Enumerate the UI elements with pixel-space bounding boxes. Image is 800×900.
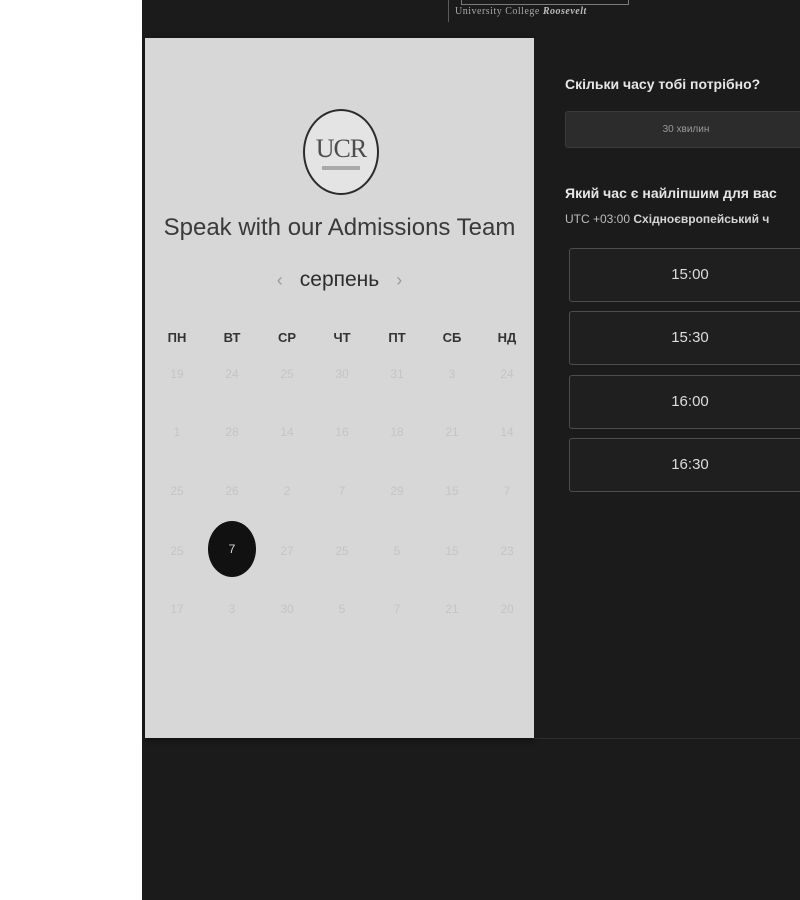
calendar-day: 23 [500,544,514,558]
booking-widget: University College Roosevelt UCR Speak w… [142,0,800,900]
time-slot-button[interactable]: 15:00 [569,248,800,302]
calendar-day: 26 [225,484,239,498]
calendar-day: 28 [225,425,239,439]
brand-logo-frame [461,0,629,5]
brand-name: University College Roosevelt [455,6,587,17]
weekday-label: СБ [442,330,462,345]
panel-title: Speak with our Admissions Team [163,214,516,241]
calendar-day: 7 [393,602,401,616]
time-question: Який час є найліпшим для вас [565,185,777,201]
timezone-offset: UTC +03:00 [565,212,631,226]
calendar-day: 14 [280,425,294,439]
time-slot-button[interactable]: 16:00 [569,375,800,429]
calendar-day: 3 [228,602,236,616]
calendar-day: 30 [335,367,349,381]
month-navigation: ‹ серпень › [145,265,534,295]
weekday-header: ПН ВТ СР ЧТ ПТ СБ НД [145,330,534,350]
calendar-day: 31 [390,367,404,381]
calendar-day: 21 [445,425,459,439]
selected-day[interactable]: 7 [208,521,256,577]
weekday-label: ВТ [223,330,241,345]
calendar-day: 15 [445,544,459,558]
calendar-day: 25 [170,484,184,498]
calendar-day: 20 [500,602,514,616]
ucr-logo-text: UCR [315,134,367,163]
calendar-day: 15 [445,484,459,498]
time-slot-button[interactable]: 16:30 [569,438,800,492]
brand-logo: University College Roosevelt [448,0,649,22]
calendar-day: 21 [445,602,459,616]
calendar-day: 27 [280,544,294,558]
timezone-label: UTC +03:00 Східноєвропейський ч [565,212,769,226]
calendar-day: 30 [280,602,294,616]
brand-name-script: Roosevelt [542,6,587,17]
calendar-day: 5 [393,544,401,558]
calendar-day: 24 [500,367,514,381]
weekday-label: СР [277,330,297,345]
month-label: серпень [299,268,380,291]
calendar-day: 1 [173,425,181,439]
calendar-day: 18 [390,425,404,439]
duration-question: Скільки часу тобі потрібно? [565,76,761,92]
brand-name-prefix: University College [455,6,540,17]
calendar-day: 25 [280,367,294,381]
calendar-day: 24 [225,367,239,381]
calendar-day: 17 [170,602,184,616]
calendar-day: 3 [448,367,456,381]
time-slot-button[interactable]: 15:30 [569,311,800,365]
calendar-day: 19 [170,367,184,381]
ucr-logo: UCR [303,109,379,195]
calendar-day: 7 [338,484,346,498]
calendar-day: 5 [338,602,346,616]
calendar-day: 7 [503,484,511,498]
calendar-day: 16 [335,425,349,439]
top-bar: University College Roosevelt [142,0,800,38]
booking-panel: Скільки часу тобі потрібно? 30 хвилин Як… [534,38,800,739]
calendar-day: 25 [335,544,349,558]
calendar-day: 14 [500,425,514,439]
ucr-logo-underline [322,166,360,170]
calendar-panel: UCR Speak with our Admissions Team ‹ сер… [145,38,534,738]
timezone-name: Східноєвропейський ч [633,212,770,226]
weekday-label: ЧТ [333,330,351,345]
calendar-day: 2 [283,484,291,498]
weekday-label: ПН [167,330,187,345]
calendar-day: 25 [170,544,184,558]
prev-month-icon[interactable]: ‹ [272,270,288,291]
next-month-icon[interactable]: › [391,270,407,291]
weekday-label: НД [497,330,517,345]
weekday-label: ПТ [388,330,406,345]
duration-select[interactable]: 30 хвилин [565,111,800,148]
calendar-day: 29 [390,484,404,498]
